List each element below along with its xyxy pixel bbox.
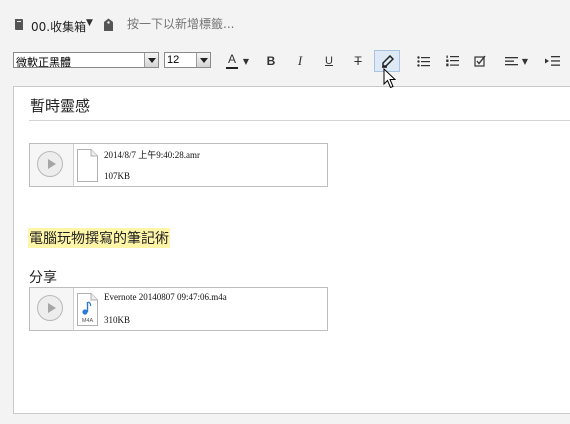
indent-icon [544, 56, 560, 66]
bulleted-list-icon [416, 55, 430, 67]
highlighter-icon [381, 54, 394, 68]
note-title[interactable] [30, 96, 330, 114]
text-color-swatch [226, 67, 238, 69]
audio-attachment[interactable]: 2014/8/7 上午9:40:28.amr 107KB [29, 143, 328, 187]
attachment-size: 107KB [104, 171, 131, 181]
tag-icon [104, 18, 113, 31]
attachment-size: 310KB [104, 315, 131, 325]
align-button[interactable] [502, 50, 520, 72]
checkbox-icon [474, 55, 486, 67]
m4a-file-icon: M4A [77, 293, 98, 326]
dropdown-arrow-icon[interactable] [196, 53, 210, 67]
text-color-dropdown-icon[interactable]: ▼ [242, 50, 250, 72]
numbered-list-icon [445, 55, 459, 67]
strikethrough-button[interactable]: T [350, 50, 366, 72]
note-editor[interactable]: 2014/8/7 上午9:40:28.amr 107KB 電腦玩物撰寫的筆記術 … [13, 86, 570, 414]
italic-button[interactable]: I [292, 50, 308, 72]
font-size-value: 12 [167, 54, 180, 66]
underline-button[interactable]: U [321, 50, 337, 72]
align-dropdown-icon[interactable]: ▼ [520, 50, 530, 72]
font-family-value: 微軟正黑體 [16, 57, 71, 69]
title-divider [29, 120, 570, 121]
play-icon [37, 295, 63, 321]
align-left-icon [504, 56, 518, 65]
bold-button[interactable]: B [263, 50, 279, 72]
attachment-name: 2014/8/7 上午9:40:28.amr [104, 150, 200, 160]
highlighted-text: 電腦玩物撰寫的筆記術 [28, 228, 170, 248]
checkbox-button[interactable] [471, 50, 489, 72]
tag-input[interactable] [127, 17, 327, 31]
share-text: 分享 [29, 270, 57, 286]
audio-attachment[interactable]: M4A Evernote 20140807 09:47:06.m4a 310KB [29, 287, 328, 331]
font-size-select[interactable]: 12 [164, 52, 211, 68]
text-color-button[interactable]: A [221, 50, 243, 72]
attachment-name: Evernote 20140807 09:47:06.m4a [104, 292, 227, 302]
play-button[interactable] [30, 288, 74, 330]
font-family-select[interactable]: 微軟正黑體 [13, 52, 159, 69]
dropdown-arrow-icon[interactable] [144, 53, 158, 67]
formatting-toolbar: 微軟正黑體 12 A ▼ B I U T ▼ [0, 46, 570, 76]
play-button[interactable] [30, 144, 74, 186]
bulleted-list-button[interactable] [414, 50, 432, 72]
notebook-selector[interactable]: 00.收集箱 [31, 18, 86, 35]
play-icon [37, 151, 63, 177]
numbered-list-button[interactable] [443, 50, 461, 72]
chevron-down-icon[interactable]: ▼ [86, 18, 93, 28]
indent-button[interactable] [542, 50, 562, 72]
note-header-bar: 00.收集箱 ▼ [0, 0, 570, 46]
generic-file-icon [77, 149, 98, 182]
text-color-label: A [227, 52, 236, 66]
file-badge: M4A [82, 318, 94, 324]
mouse-cursor-icon [383, 68, 396, 89]
notebook-icon [15, 19, 23, 30]
